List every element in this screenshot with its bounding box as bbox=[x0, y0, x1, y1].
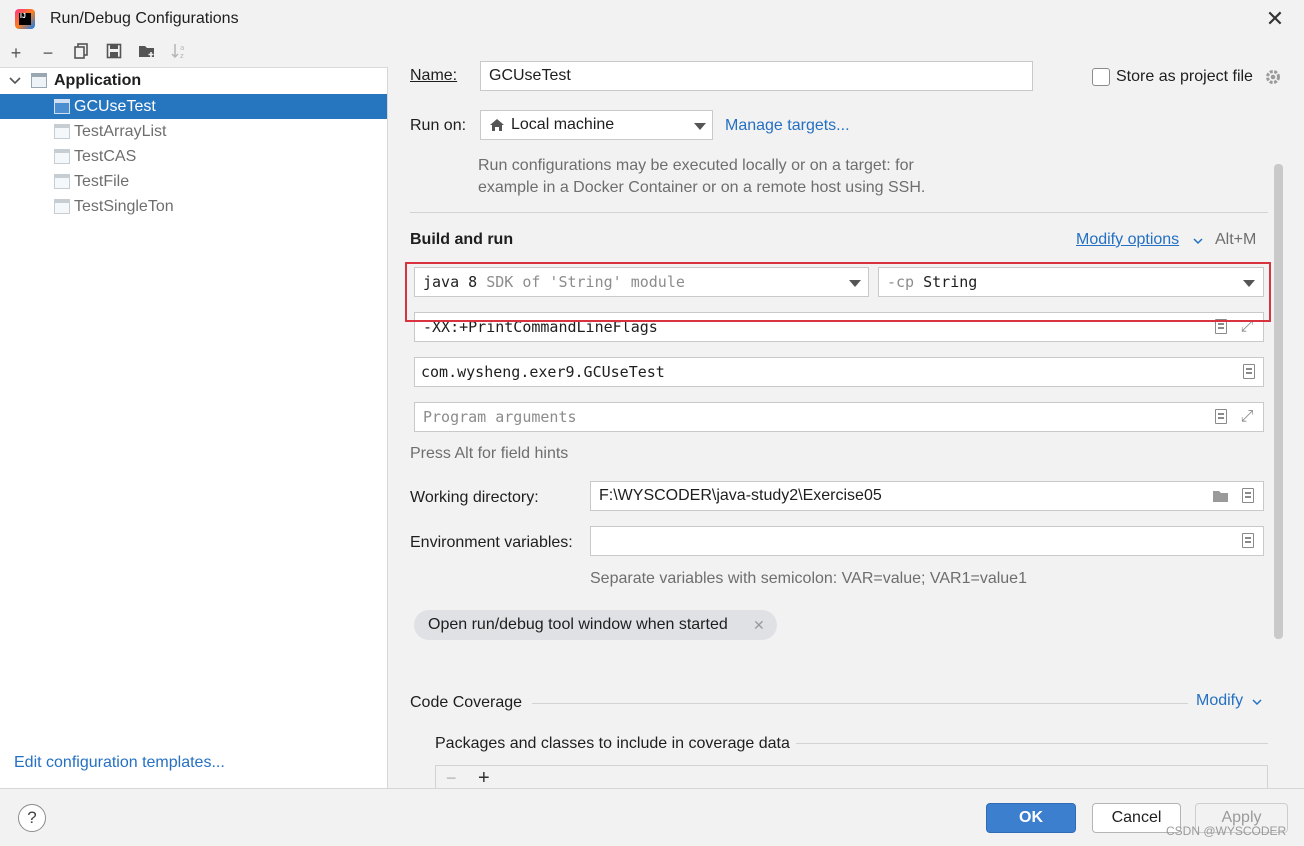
main-class-value: com.wysheng.exer9.GCUseTest bbox=[421, 363, 665, 381]
name-value: GCUseTest bbox=[489, 67, 571, 84]
field-hint-text: Press Alt for field hints bbox=[410, 445, 569, 462]
packages-divider bbox=[796, 743, 1268, 744]
gear-icon[interactable] bbox=[1264, 68, 1282, 86]
run-on-label: Run on: bbox=[410, 117, 467, 134]
chevron-down-icon[interactable] bbox=[9, 76, 21, 86]
tree-item-label: GCUseTest bbox=[74, 98, 156, 115]
add-configuration-icon[interactable]: + bbox=[5, 42, 27, 64]
tree-group-label: Application bbox=[54, 72, 142, 89]
store-as-project-file-checkbox[interactable] bbox=[1092, 68, 1110, 86]
title-bar: IJ Run/Debug Configurations ✕ bbox=[0, 0, 1304, 38]
remove-coverage-icon[interactable]: − bbox=[446, 768, 457, 789]
application-config-icon bbox=[31, 73, 47, 88]
coverage-divider bbox=[532, 703, 1188, 704]
dropdown-arrow-icon bbox=[694, 123, 706, 130]
tree-group-application[interactable]: Application bbox=[0, 68, 387, 93]
home-icon bbox=[490, 119, 504, 131]
svg-text:a: a bbox=[180, 44, 184, 52]
expand-icon[interactable]: ⤢ bbox=[1238, 407, 1256, 427]
highlight-annotation-box bbox=[405, 262, 1271, 322]
open-tool-window-option-chip[interactable]: Open run/debug tool window when started … bbox=[414, 610, 777, 640]
run-config-icon bbox=[54, 124, 70, 139]
chip-label: Open run/debug tool window when started bbox=[428, 616, 728, 633]
document-icon[interactable] bbox=[1215, 409, 1227, 424]
watermark-text: CSDN @WYSCODER bbox=[1166, 824, 1287, 838]
close-button[interactable]: ✕ bbox=[1262, 6, 1288, 32]
program-arguments-placeholder: Program arguments bbox=[423, 408, 577, 426]
section-divider bbox=[410, 212, 1268, 213]
modify-options-link[interactable]: Modify options bbox=[1076, 231, 1179, 249]
copy-configuration-icon[interactable] bbox=[70, 42, 92, 64]
tree-item-label: TestFile bbox=[74, 173, 130, 190]
help-button[interactable]: ? bbox=[18, 804, 46, 832]
modify-options-shortcut: Alt+M bbox=[1215, 231, 1257, 248]
working-directory-label: Working directory: bbox=[410, 489, 539, 506]
env-hint-text: Separate variables with semicolon: VAR=v… bbox=[590, 570, 1027, 587]
coverage-list-toolbar: − + bbox=[435, 765, 1268, 790]
document-icon[interactable] bbox=[1243, 364, 1255, 379]
packages-label: Packages and classes to include in cover… bbox=[435, 735, 790, 752]
name-input[interactable]: GCUseTest bbox=[480, 61, 1033, 91]
run-on-hint-line-2: example in a Docker Container or on a re… bbox=[478, 179, 926, 196]
name-label-text: Name: bbox=[410, 67, 458, 84]
chevron-down-icon[interactable] bbox=[1192, 236, 1204, 246]
tree-item-label: TestSingleTon bbox=[74, 198, 174, 215]
remove-configuration-icon[interactable]: − bbox=[37, 42, 59, 64]
folder-icon[interactable] bbox=[1212, 489, 1230, 504]
working-directory-value: F:\WYSCODER\java-study2\Exercise05 bbox=[599, 487, 882, 504]
tree-item-label: TestCAS bbox=[74, 148, 137, 165]
tree-item-testarraylist[interactable]: TestArrayList bbox=[0, 119, 387, 144]
modify-coverage-link[interactable]: Modify bbox=[1196, 692, 1243, 710]
intellij-logo-icon: IJ bbox=[15, 9, 35, 29]
tree-item-testsingleton[interactable]: TestSingleTon bbox=[0, 194, 387, 219]
remove-option-icon[interactable]: ✕ bbox=[753, 610, 765, 640]
run-on-dropdown[interactable]: Local machine bbox=[480, 110, 713, 140]
tree-item-testfile[interactable]: TestFile bbox=[0, 169, 387, 194]
build-and-run-heading: Build and run bbox=[410, 231, 514, 248]
add-coverage-icon[interactable]: + bbox=[478, 767, 490, 790]
edit-templates-link[interactable]: Edit configuration templates... bbox=[14, 754, 225, 772]
save-configuration-icon[interactable] bbox=[103, 42, 125, 64]
tree-item-label: TestArrayList bbox=[74, 123, 167, 140]
name-label: Name: bbox=[410, 67, 457, 85]
store-as-project-file-label[interactable]: Store as project file bbox=[1116, 68, 1253, 86]
ok-button[interactable]: OK bbox=[986, 803, 1076, 833]
main-class-input[interactable]: com.wysheng.exer9.GCUseTest bbox=[414, 357, 1264, 387]
tree-item-testcas[interactable]: TestCAS bbox=[0, 144, 387, 169]
configurations-sidebar: + − az Application GCUseTest TestArrayLi… bbox=[0, 38, 388, 788]
tree-item-gcusetest[interactable]: GCUseTest bbox=[0, 94, 387, 119]
new-folder-icon[interactable] bbox=[136, 42, 158, 64]
working-directory-input[interactable]: F:\WYSCODER\java-study2\Exercise05 bbox=[590, 481, 1264, 511]
run-on-value: Local machine bbox=[511, 116, 615, 133]
document-icon[interactable] bbox=[1242, 488, 1254, 503]
manage-targets-link[interactable]: Manage targets... bbox=[725, 117, 850, 135]
dialog-button-bar: ? OK Cancel Apply CSDN @WYSCODER bbox=[0, 788, 1304, 846]
environment-variables-input[interactable] bbox=[590, 526, 1264, 556]
chevron-down-icon[interactable] bbox=[1251, 697, 1263, 707]
scrollbar[interactable] bbox=[1274, 164, 1283, 639]
sort-alphabetically-icon[interactable]: az bbox=[168, 42, 190, 64]
program-arguments-input[interactable]: Program arguments ⤢ bbox=[414, 402, 1264, 432]
run-config-icon bbox=[54, 199, 70, 214]
run-on-hint-line-1: Run configurations may be executed local… bbox=[478, 157, 914, 174]
run-config-icon bbox=[54, 149, 70, 164]
code-coverage-heading: Code Coverage bbox=[410, 694, 523, 711]
document-icon[interactable] bbox=[1242, 533, 1254, 548]
run-config-icon bbox=[54, 174, 70, 189]
run-config-icon bbox=[54, 99, 70, 114]
sidebar-toolbar: + − az bbox=[0, 38, 388, 68]
window-title: Run/Debug Configurations bbox=[50, 10, 239, 27]
environment-variables-label: Environment variables: bbox=[410, 534, 573, 551]
svg-text:z: z bbox=[180, 52, 184, 60]
